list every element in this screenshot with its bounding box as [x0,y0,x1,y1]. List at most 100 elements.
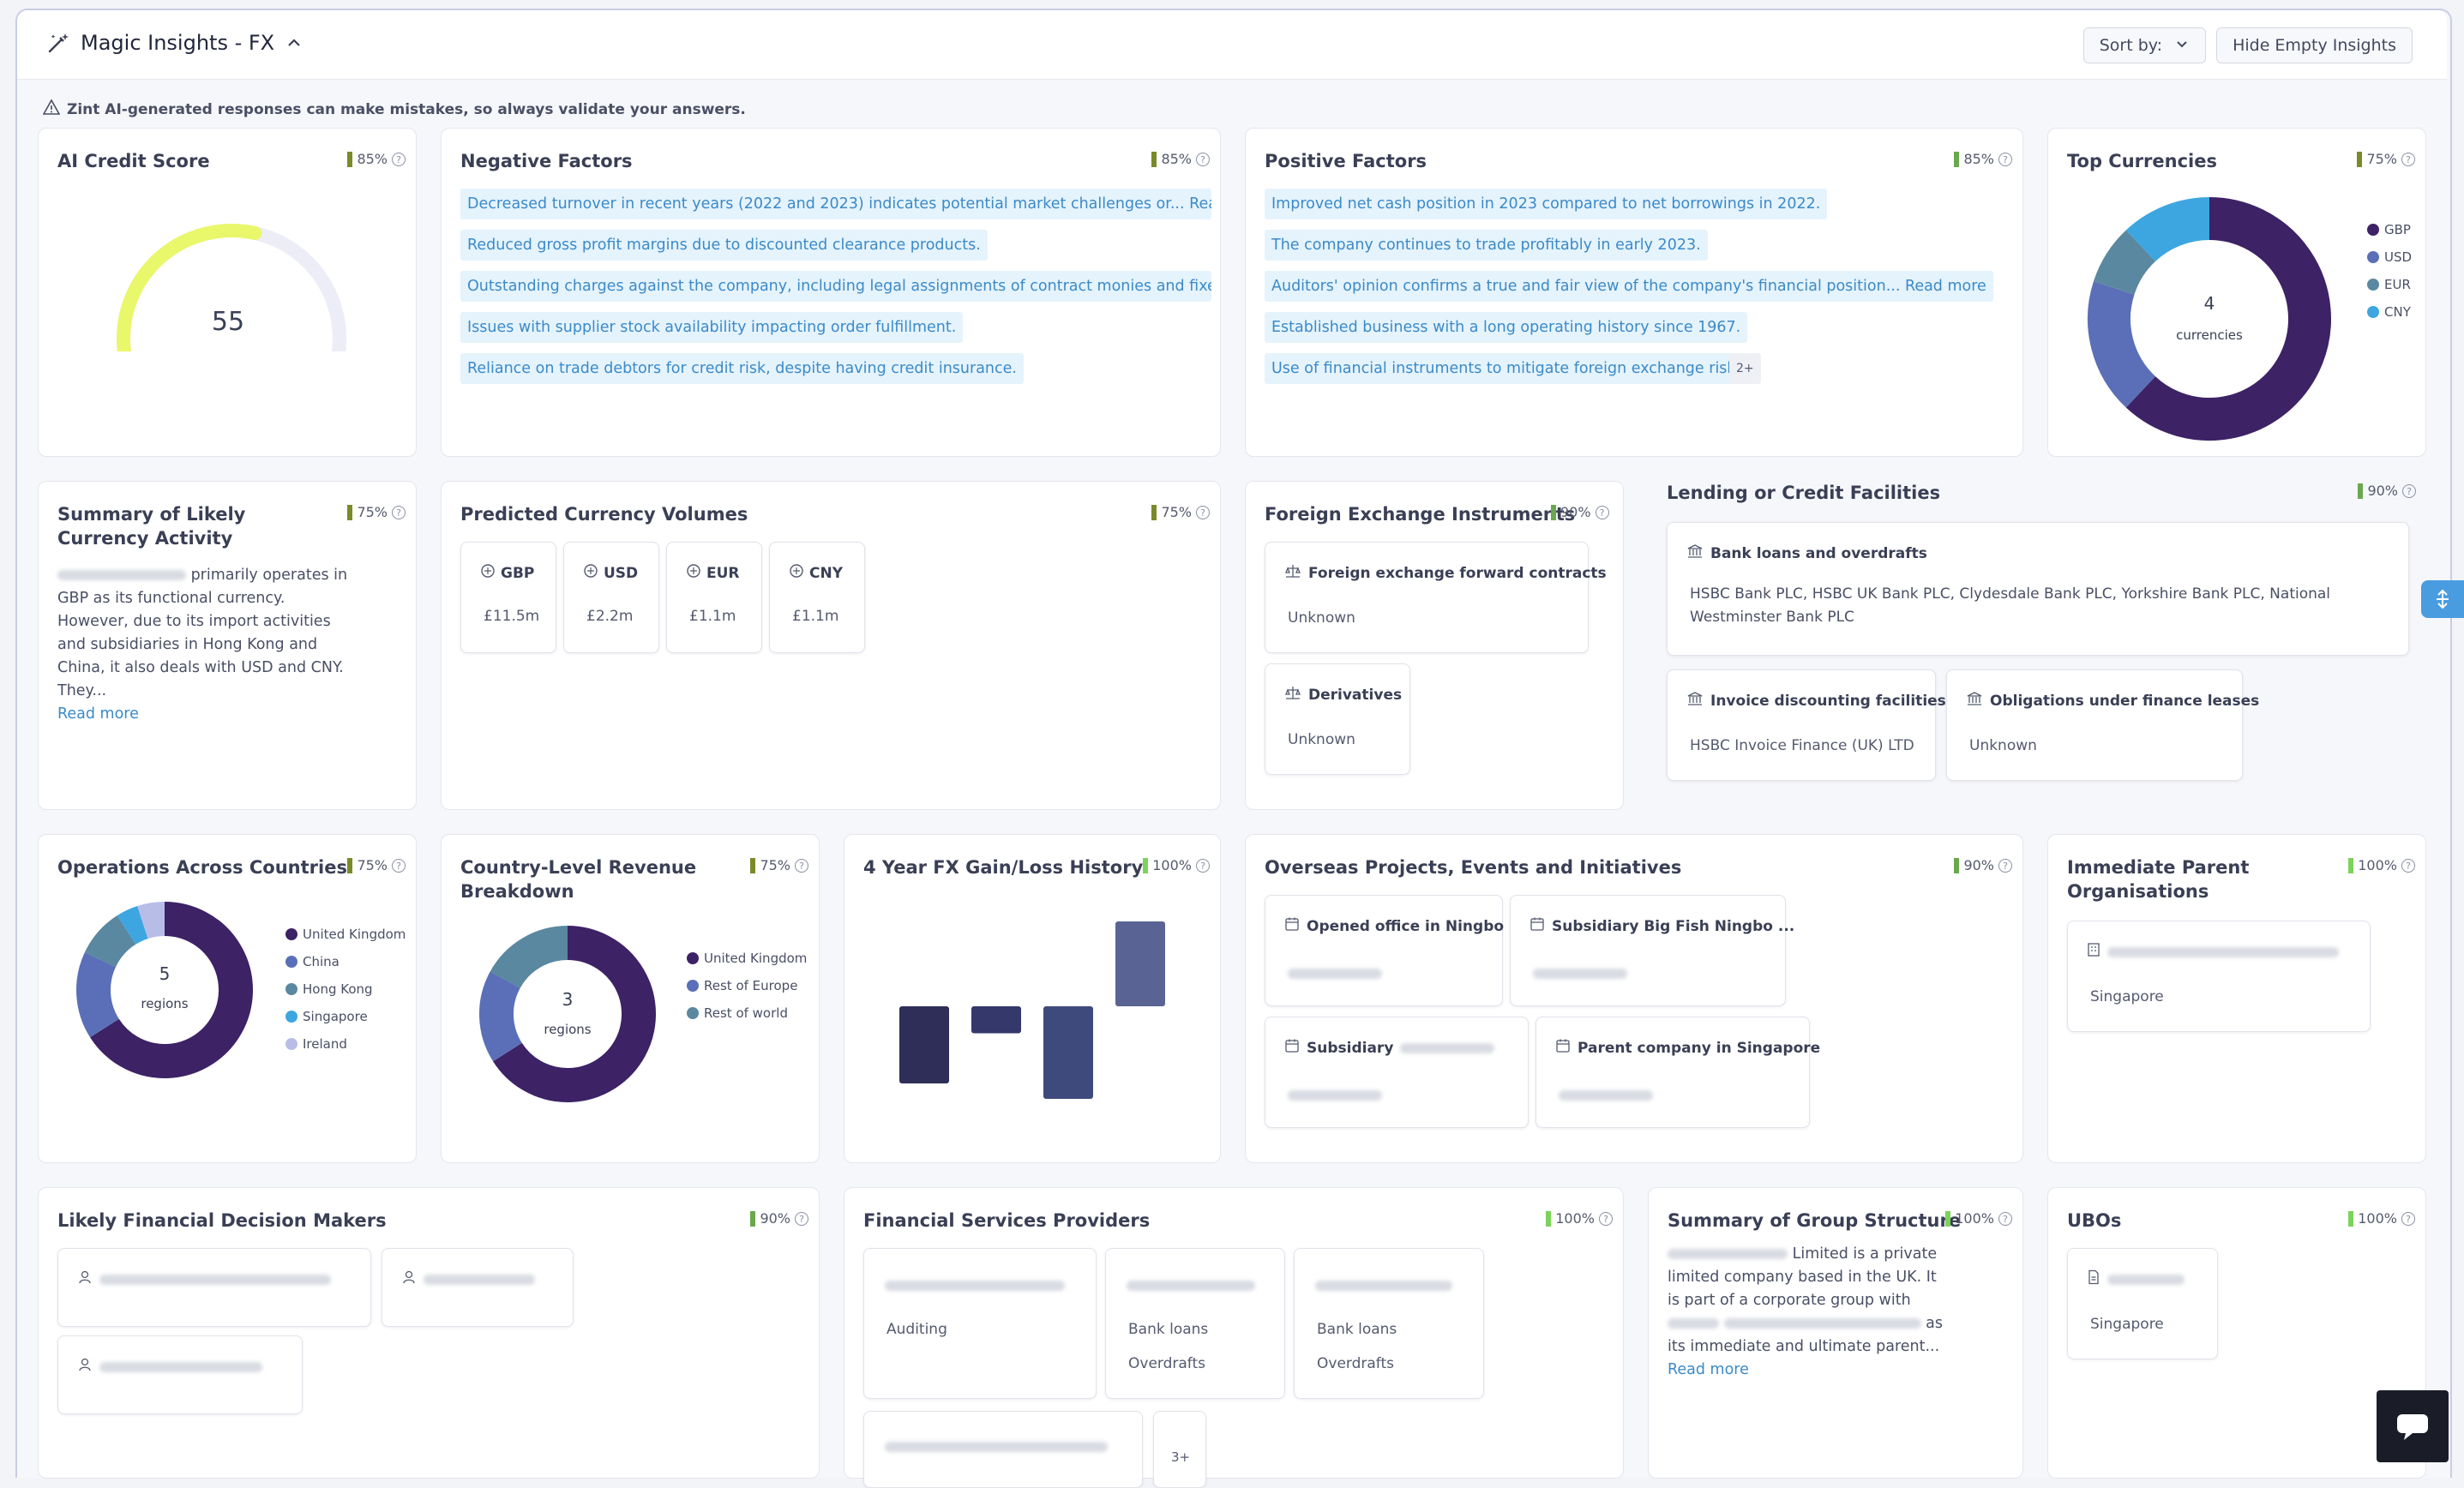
redacted-detail [1288,964,1382,981]
help-icon[interactable]: ? [2401,152,2415,166]
confidence-value: 90% [1560,504,1591,520]
read-more-link[interactable]: Read more [57,705,139,723]
legend-item: United Kingdom [285,921,406,948]
help-icon[interactable]: ? [1196,858,1210,873]
currency-volume-eur[interactable]: EUR £1.1m [666,542,762,653]
currency-slice-2[interactable] [2093,230,2156,296]
page-title: Magic Insights - FX [81,31,275,55]
confidence-value: 90% [760,1210,790,1227]
overseas-item[interactable]: Subsidiary [1265,1017,1529,1128]
finance-leases-item[interactable]: Obligations under finance leases Unknown [1946,669,2259,781]
confidence-value: 75% [2366,151,2397,167]
positive-factor-chip[interactable]: Auditors' opinion confirms a true and fa… [1265,271,1993,302]
help-icon[interactable]: ? [1196,505,1210,519]
revenue-slice-2[interactable] [490,926,568,989]
negative-factor-chip[interactable]: Issues with supplier stock availability … [460,312,964,343]
provider-item[interactable]: Auditing [863,1248,1097,1399]
fx-bar-3[interactable] [1115,921,1165,1006]
help-icon[interactable]: ? [1196,152,1210,166]
help-icon[interactable]: ? [1599,1211,1613,1226]
parent-organisation-item[interactable]: Singapore [2067,921,2371,1032]
confidence-badge: 85%? [1954,151,2012,167]
help-icon[interactable]: ? [795,858,808,873]
help-icon[interactable]: ? [1998,1211,2012,1226]
overseas-label: Opened office in Ningbo [1307,917,1505,935]
help-icon[interactable]: ? [1998,152,2012,166]
decision-maker-item[interactable] [382,1248,574,1327]
operations-slice-2[interactable] [84,915,136,968]
help-icon[interactable]: ? [2401,858,2415,873]
help-icon[interactable]: ? [1998,858,2012,873]
calendar-icon [1284,1038,1300,1058]
legend-label: Singapore [303,1009,368,1024]
help-icon[interactable]: ? [1595,505,1609,519]
negative-factor-chip[interactable]: Decreased turnover in recent years (2022… [460,189,1211,219]
confidence-value: 85% [1161,151,1192,167]
positive-factor-chip[interactable]: Established business with a long operati… [1265,312,1748,343]
sort-by-dropdown[interactable]: Sort by: [2082,27,2207,63]
overseas-item[interactable]: Parent company in Singapore [1535,1017,1820,1128]
invoice-discounting-item[interactable]: Invoice discounting facilities HSBC Invo… [1667,669,1946,781]
decision-maker-item[interactable] [57,1248,371,1327]
currency-volume-usd[interactable]: USD £2.2m [563,542,659,653]
help-icon[interactable]: ? [392,858,406,873]
help-icon[interactable]: ? [795,1211,808,1226]
fx-bar-0[interactable] [899,1006,949,1083]
more-factors-chip[interactable]: 2+ [1729,353,1761,384]
currency-code: USD [604,564,639,582]
legend-label: USD [2384,249,2413,265]
confidence-badge: 75%? [1151,504,1210,520]
overseas-item[interactable]: Subsidiary Big Fish Ningbo ... [1510,895,1794,1006]
provider-item[interactable]: Bank loans Overdrafts [1294,1248,1484,1399]
revenue-legend: United Kingdom Rest of Europe Rest of wo… [687,945,807,1027]
legend-swatch [687,1007,699,1019]
hide-empty-insights-button[interactable]: Hide Empty Insights [2216,27,2413,63]
read-more-link[interactable]: Read more [1668,1361,1749,1378]
legend-item: USD [2367,243,2412,271]
negative-factors-card: Negative Factors 85%? Decreased turnover… [441,128,1221,457]
operations-slice-4[interactable] [137,902,165,939]
negative-factor-chip[interactable]: Reliance on trade debtors for credit ris… [460,353,1024,384]
credit-score-value: 55 [211,307,245,337]
side-panel-toggle[interactable] [2421,580,2464,618]
redacted-parent-name [1723,1318,1921,1329]
fx-bar-2[interactable] [1043,1006,1093,1099]
help-icon[interactable]: ? [392,152,406,166]
redacted-person-name [424,1274,535,1285]
negative-factor-chip[interactable]: Reduced gross profit margins due to disc… [460,230,988,261]
facility-label: Invoice discounting facilities [1710,692,1946,710]
currency-volume-cny[interactable]: CNY £1.1m [769,542,865,653]
chevron-up-icon[interactable] [285,33,303,52]
positive-factor-chip[interactable]: The company continues to trade profitabl… [1265,230,1708,261]
card-title: Summary of Group Structure [1668,1210,1962,1231]
currency-volume-gbp[interactable]: GBP £11.5m [460,542,556,653]
legend-item: Hong Kong [285,975,406,1003]
currency-slice-3[interactable] [2125,197,2210,262]
positive-factor-chip[interactable]: Improved net cash position in 2023 compa… [1265,189,1828,219]
fx-instrument-item[interactable]: Derivatives Unknown [1265,663,1410,775]
provider-item[interactable] [863,1411,1143,1488]
help-icon[interactable]: ? [392,505,406,519]
more-providers-button[interactable]: 3+ [1153,1411,1206,1488]
positive-factor-chip[interactable]: Use of financial instruments to mitigate… [1265,353,1756,384]
decision-maker-item[interactable] [57,1335,303,1414]
fx-bar-1[interactable] [971,1006,1021,1034]
confidence-value: 75% [760,857,790,873]
negative-factor-chip[interactable]: Outstanding charges against the company,… [460,271,1211,302]
app-title[interactable]: Magic Insights - FX [46,31,303,55]
operations-slice-3[interactable] [117,906,149,945]
chat-button[interactable] [2377,1390,2449,1462]
provider-item[interactable]: Bank loans Overdrafts [1105,1248,1285,1399]
donut-center-count: 4 [2203,293,2215,314]
donut-center-label: currencies [2176,327,2243,343]
overseas-item[interactable]: Opened office in Ningbo [1265,895,1505,1006]
help-icon[interactable]: ? [2402,483,2416,498]
card-title: Summary of Likely Currency Activity [57,504,246,549]
redacted-detail [1533,964,1627,981]
help-icon[interactable]: ? [2401,1211,2415,1226]
predicted-currency-volumes-card: Predicted Currency Volumes 75%? GBP £11.… [441,481,1221,810]
bank-loans-item[interactable]: Bank loans and overdrafts HSBC Bank PLC,… [1667,522,2409,656]
person-icon [401,1269,417,1289]
fx-instrument-item[interactable]: Foreign exchange forward contracts Unkno… [1265,542,1607,653]
ubo-item[interactable]: Singapore [2067,1248,2218,1359]
